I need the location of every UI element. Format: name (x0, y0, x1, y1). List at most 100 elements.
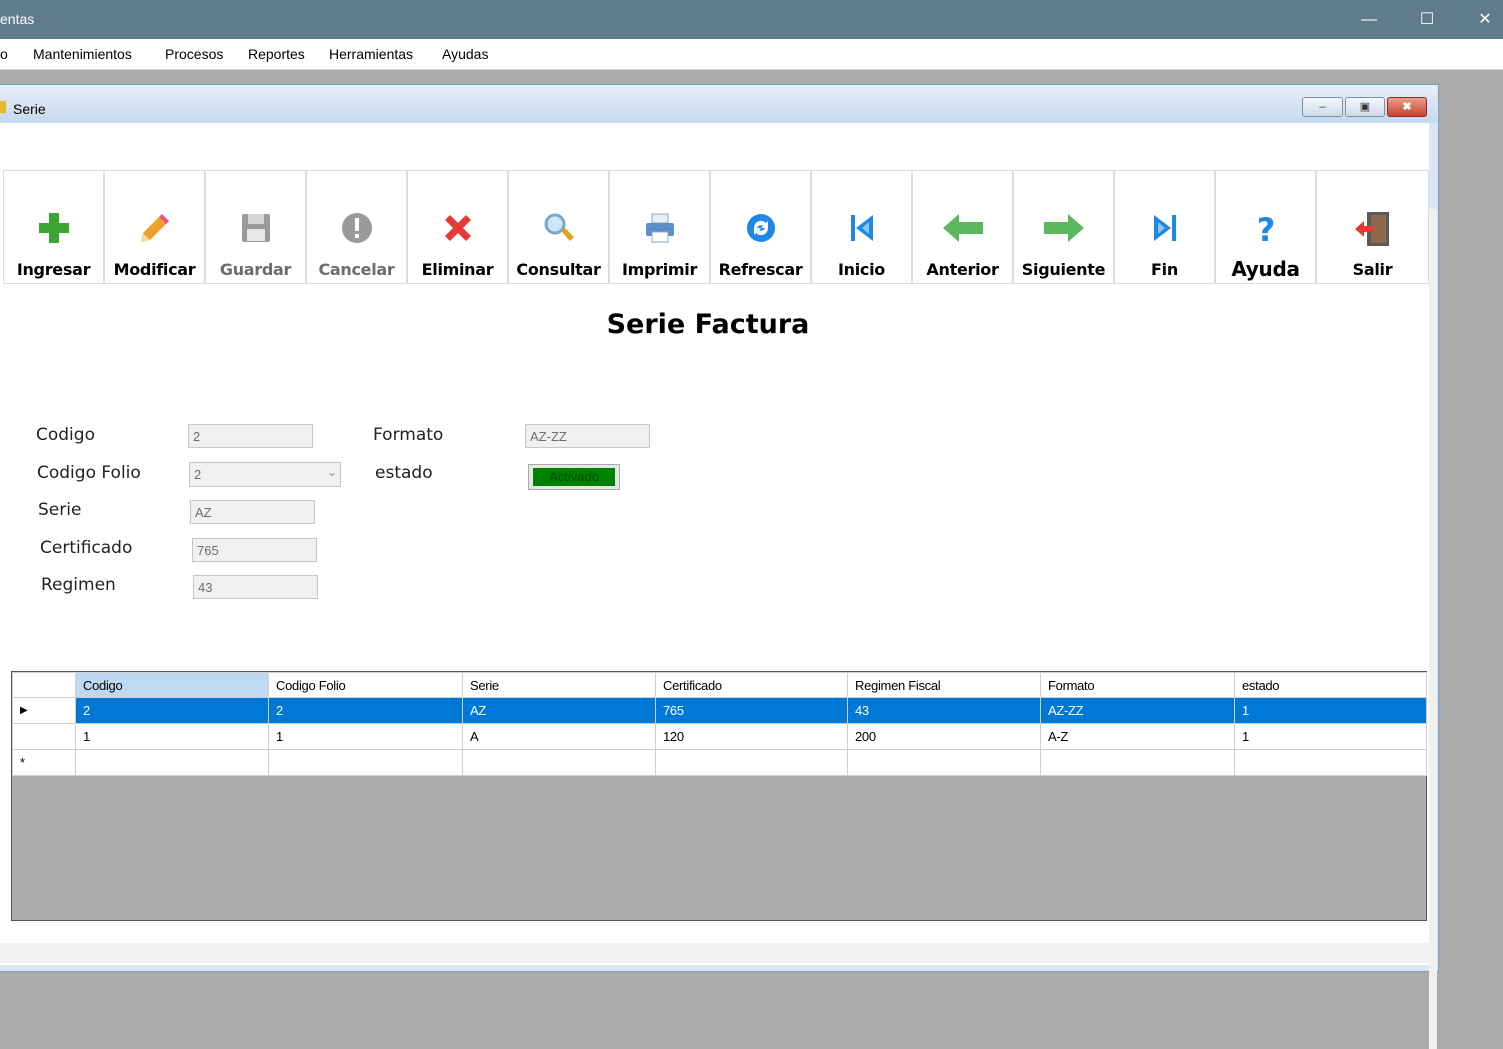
vertical-scrollbar[interactable] (1429, 209, 1437, 1049)
modificar-button[interactable]: Modificar (104, 170, 205, 284)
row-header-corner (12, 672, 76, 698)
horizontal-scrollbar[interactable] (0, 943, 1429, 963)
cell-empty[interactable] (462, 749, 656, 776)
child-restore-icon[interactable]: ▣ (1345, 97, 1385, 117)
cell-codigo-folio[interactable]: 1 (268, 723, 463, 750)
cell-regimen-fiscal[interactable]: 43 (847, 697, 1041, 724)
cell-estado[interactable]: 1 (1234, 723, 1427, 750)
ingresar-button[interactable]: Ingresar (3, 170, 104, 284)
plus-icon (4, 211, 103, 247)
svg-text:?: ? (1256, 211, 1275, 245)
grid-header-row: Codigo Codigo Folio Serie Certificado Re… (12, 672, 1427, 698)
cell-empty[interactable] (75, 749, 269, 776)
last-record-icon (1115, 211, 1214, 247)
refresh-icon (711, 211, 810, 247)
inicio-button[interactable]: Inicio (811, 170, 912, 284)
row-header[interactable] (12, 723, 76, 750)
ayuda-button[interactable]: ? Ayuda (1215, 170, 1316, 284)
cell-codigo-folio[interactable]: 2 (268, 697, 463, 724)
menu-item-herramientas[interactable]: Herramientas (329, 46, 413, 62)
refrescar-label: Refrescar (718, 260, 803, 279)
new-row[interactable]: * (12, 749, 1427, 776)
child-minimize-icon[interactable]: – (1302, 97, 1343, 117)
cancelar-label: Cancelar (318, 260, 395, 279)
salir-button[interactable]: Salir (1316, 170, 1429, 284)
magnifier-icon (509, 211, 608, 247)
column-header-certificado[interactable]: Certificado (655, 672, 848, 698)
guardar-button[interactable]: Guardar (205, 170, 306, 284)
first-record-icon (812, 211, 911, 247)
cell-formato[interactable]: A-Z (1040, 723, 1235, 750)
cell-certificado[interactable]: 120 (655, 723, 848, 750)
menu-item-procesos[interactable]: Procesos (165, 46, 223, 62)
left-arrow-icon (913, 211, 1012, 247)
close-icon[interactable]: ✕ (1456, 0, 1503, 39)
certificado-input[interactable]: 765 (192, 538, 317, 562)
imprimir-button[interactable]: Imprimir (609, 170, 710, 284)
series-data-grid[interactable]: Codigo Codigo Folio Serie Certificado Re… (11, 671, 1427, 921)
codigo-folio-label: Codigo Folio (37, 463, 141, 483)
cancel-circle-icon (307, 211, 406, 247)
column-header-serie[interactable]: Serie (462, 672, 656, 698)
column-header-regimen-fiscal[interactable]: Regimen Fiscal (847, 672, 1041, 698)
minimize-icon[interactable]: — (1340, 0, 1398, 39)
serie-label: Serie (38, 500, 82, 520)
cell-serie[interactable]: AZ (462, 697, 656, 724)
inicio-label: Inicio (838, 260, 885, 279)
table-row[interactable]: ▶ 2 2 AZ 765 43 AZ-ZZ 1 (12, 697, 1427, 724)
consultar-button[interactable]: Consultar (508, 170, 609, 284)
cell-codigo[interactable]: 1 (75, 723, 269, 750)
cell-empty[interactable] (268, 749, 463, 776)
fin-button[interactable]: Fin (1114, 170, 1215, 284)
chevron-down-icon[interactable]: ⌄ (327, 465, 337, 479)
column-header-codigo-folio[interactable]: Codigo Folio (268, 672, 463, 698)
column-header-estado[interactable]: estado (1234, 672, 1427, 698)
certificado-label: Certificado (40, 538, 133, 558)
cell-formato[interactable]: AZ-ZZ (1040, 697, 1235, 724)
column-header-formato[interactable]: Formato (1040, 672, 1235, 698)
cell-certificado[interactable]: 765 (655, 697, 848, 724)
menu-bar: o Mantenimientos Procesos Reportes Herra… (0, 39, 1503, 70)
column-header-codigo[interactable]: Codigo (75, 672, 269, 698)
codigo-folio-value: 2 (194, 467, 202, 482)
ingresar-label: Ingresar (16, 260, 91, 279)
maximize-icon[interactable]: ☐ (1398, 0, 1456, 39)
menu-item-archivo[interactable]: o (0, 46, 8, 62)
cell-serie[interactable]: A (462, 723, 656, 750)
serie-window-title-bar: Serie – ▣ ✖ (0, 85, 1437, 123)
toolbar: Ingresar Modificar Guardar Cancelar Elim… (3, 170, 1429, 284)
new-row-icon[interactable]: * (12, 749, 76, 776)
cell-empty[interactable] (655, 749, 848, 776)
eliminar-label: Eliminar (421, 260, 494, 279)
regimen-input[interactable]: 43 (193, 575, 318, 599)
fin-label: Fin (1151, 260, 1178, 279)
codigo-label: Codigo (36, 425, 95, 445)
current-row-icon[interactable]: ▶ (12, 697, 76, 724)
codigo-folio-combo[interactable]: 2 ⌄ (189, 462, 341, 487)
cell-estado[interactable]: 1 (1234, 697, 1427, 724)
child-close-icon[interactable]: ✖ (1387, 97, 1427, 117)
cell-regimen-fiscal[interactable]: 200 (847, 723, 1041, 750)
siguiente-button[interactable]: Siguiente (1013, 170, 1114, 284)
menu-item-reportes[interactable]: Reportes (248, 46, 305, 62)
cell-codigo[interactable]: 2 (75, 697, 269, 724)
serie-window-title: Serie (13, 101, 46, 117)
menu-item-ayudas[interactable]: Ayudas (442, 46, 488, 62)
formato-label: Formato (373, 425, 444, 445)
cell-empty[interactable] (847, 749, 1041, 776)
formato-input[interactable]: AZ-ZZ (525, 424, 650, 448)
menu-item-mantenimientos[interactable]: Mantenimientos (33, 46, 132, 62)
anterior-button[interactable]: Anterior (912, 170, 1013, 284)
table-row[interactable]: 1 1 A 120 200 A-Z 1 (12, 723, 1427, 750)
pencil-icon (105, 211, 204, 247)
serie-input[interactable]: AZ (190, 500, 315, 524)
estado-label: estado (375, 463, 433, 483)
cell-empty[interactable] (1234, 749, 1427, 776)
eliminar-button[interactable]: Eliminar (407, 170, 508, 284)
cancelar-button[interactable]: Cancelar (306, 170, 407, 284)
estado-field[interactable]: Activado (528, 464, 620, 490)
codigo-input[interactable]: 2 (188, 424, 313, 448)
refrescar-button[interactable]: Refrescar (710, 170, 811, 284)
ayuda-label: Ayuda (1231, 257, 1300, 281)
cell-empty[interactable] (1040, 749, 1235, 776)
